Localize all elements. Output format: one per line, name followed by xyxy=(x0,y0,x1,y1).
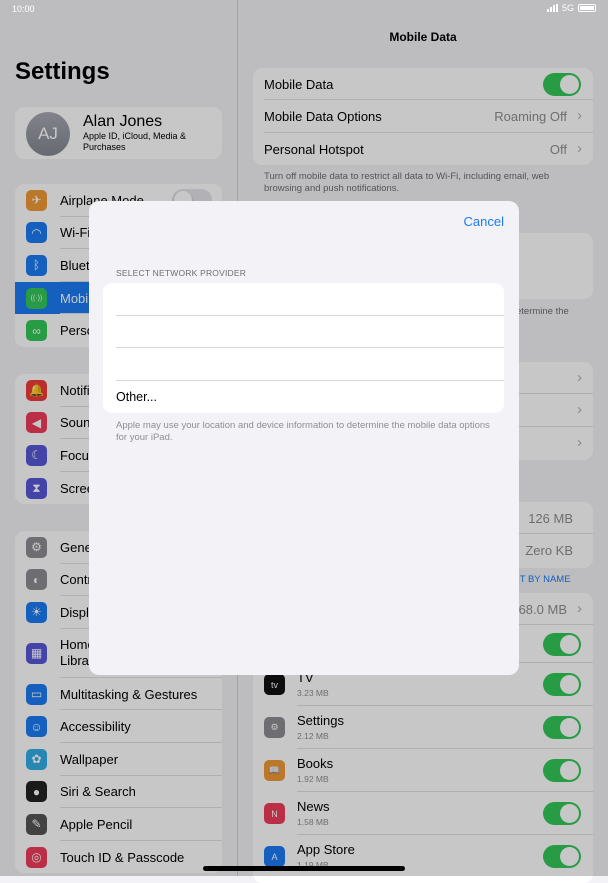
network-provider-header: SELECT NETWORK PROVIDER xyxy=(116,268,247,278)
network-provider-option[interactable] xyxy=(103,348,504,381)
network-provider-footer: Apple may use your location and device i… xyxy=(116,420,490,443)
signal-icon xyxy=(546,4,558,12)
network-label: 5G xyxy=(561,3,574,13)
home-indicator[interactable] xyxy=(203,866,405,871)
status-bar: 10:00 5G xyxy=(0,0,608,18)
network-provider-option[interactable] xyxy=(103,283,504,316)
network-provider-option[interactable] xyxy=(103,316,504,349)
network-provider-other[interactable]: Other... xyxy=(103,381,504,413)
status-time: 10:00 xyxy=(12,4,35,14)
network-provider-sheet: Cancel SELECT NETWORK PROVIDER Other... … xyxy=(89,201,519,675)
battery-icon xyxy=(578,4,596,12)
other-label: Other... xyxy=(116,389,157,404)
network-provider-list: Other... xyxy=(103,283,504,413)
cancel-button[interactable]: Cancel xyxy=(464,214,504,229)
